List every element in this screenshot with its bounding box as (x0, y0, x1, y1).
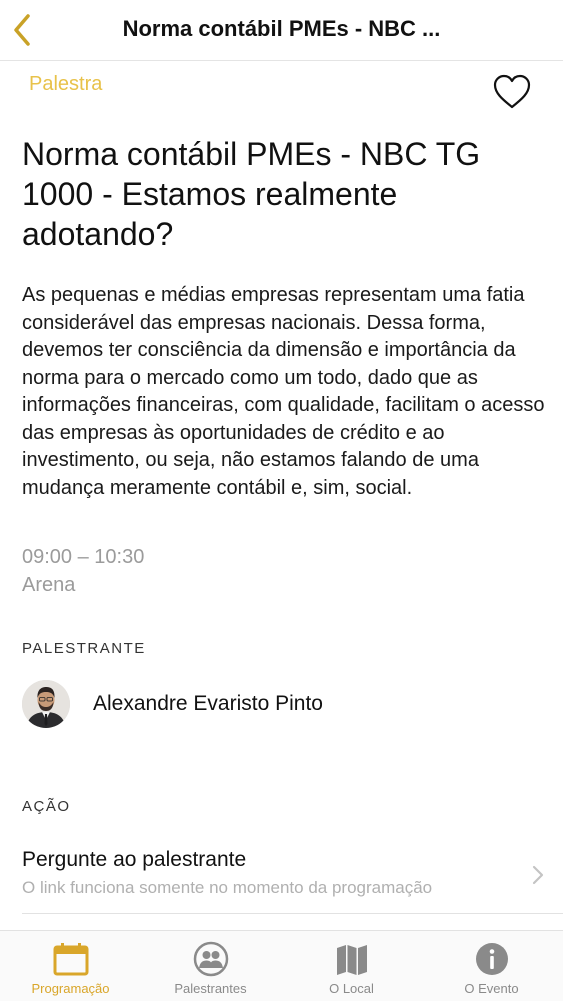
tab-o-local[interactable]: O Local (295, 931, 408, 1001)
chevron-right-icon (532, 865, 544, 885)
tab-label: Programação (31, 981, 110, 996)
divider (22, 913, 563, 914)
tab-label: O Evento (464, 981, 519, 996)
session-description: As pequenas e médias empresas representa… (22, 284, 545, 499)
tab-palestrantes[interactable]: Palestrantes (154, 931, 267, 1001)
tab-label: O Local (329, 981, 374, 996)
session-location: Arena (22, 574, 76, 596)
ask-speaker-row[interactable]: Pergunte ao palestrante O link funciona … (0, 840, 563, 914)
speaker-row[interactable]: Alexandre Evaristo Pinto (0, 676, 563, 734)
info-icon (475, 943, 508, 975)
calendar-icon (53, 943, 88, 976)
speaker-photo (22, 680, 70, 728)
navigation-bar: Norma contábil PMEs - NBC ... (0, 0, 563, 61)
session-category: Palestra (29, 73, 103, 95)
avatar (22, 680, 70, 728)
action-subtitle: O link funciona somente no momento da pr… (22, 878, 433, 897)
session-time: 09:00 – 10:30 (22, 546, 145, 568)
back-button[interactable] (8, 10, 38, 50)
tab-label: Palestrantes (174, 981, 247, 996)
tab-programacao[interactable]: Programação (14, 931, 127, 1001)
people-icon (193, 941, 228, 977)
tab-o-evento[interactable]: O Evento (435, 931, 548, 1001)
favorite-button[interactable] (493, 74, 531, 110)
tab-bar: Programação Palestrantes O Local O Event… (0, 930, 563, 1001)
nav-title: Norma contábil PMEs - NBC ... (122, 16, 441, 41)
heart-outline-icon (493, 74, 531, 109)
map-icon (336, 945, 367, 975)
speaker-section-label: PALESTRANTE (22, 640, 146, 657)
chevron-left-icon (14, 14, 30, 46)
session-title: Norma contábil PMEs - NBC TG 1000 - Esta… (22, 136, 481, 252)
action-section-label: AÇÃO (22, 798, 71, 815)
action-title: Pergunte ao palestrante (22, 848, 247, 871)
speaker-name: Alexandre Evaristo Pinto (93, 692, 323, 715)
